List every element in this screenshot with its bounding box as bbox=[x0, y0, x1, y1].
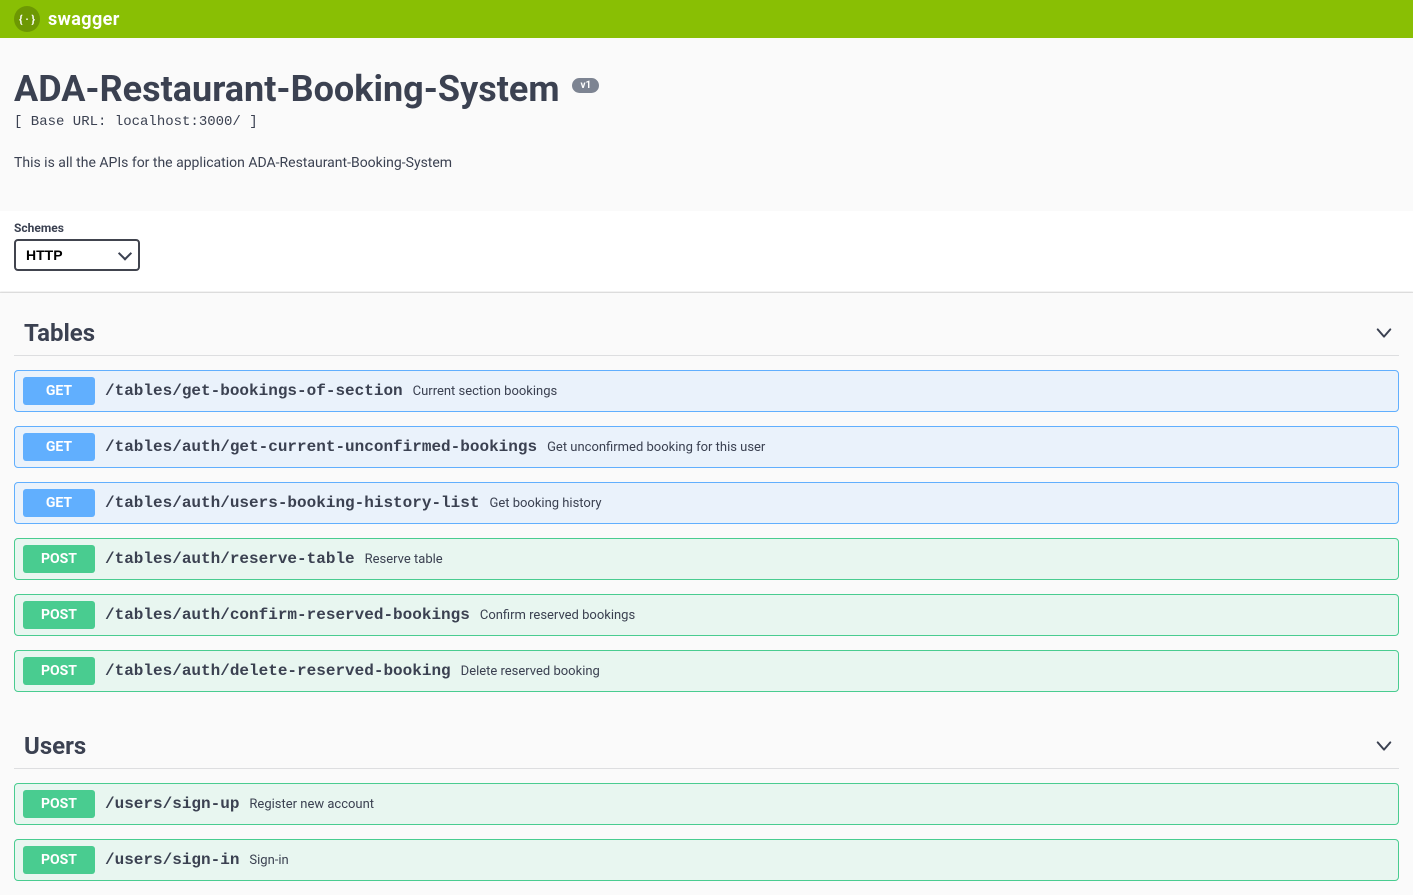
operation-post[interactable]: POST/tables/auth/delete-reserved-booking… bbox=[14, 650, 1399, 692]
operation-summary: Sign-in bbox=[249, 853, 288, 868]
version-badge: v1 bbox=[572, 78, 599, 93]
operation-list: GET/tables/get-bookings-of-section Curren… bbox=[14, 356, 1399, 692]
chevron-down-icon bbox=[1375, 737, 1393, 755]
schemes-section: Schemes HTTP bbox=[0, 211, 1413, 291]
tag-section-tables: Tables GET/tables/get-bookings-of-section… bbox=[0, 293, 1413, 692]
base-url: [ Base URL: localhost:3000/ ] bbox=[14, 114, 1399, 130]
operation-get[interactable]: GET/tables/auth/get-current-unconfirmed-… bbox=[14, 426, 1399, 468]
api-description: This is all the APIs for the application… bbox=[14, 155, 1399, 171]
operation-path: /users/sign-up bbox=[105, 795, 239, 813]
method-badge-post: POST bbox=[23, 846, 95, 874]
operation-summary: Delete reserved booking bbox=[461, 664, 600, 679]
schemes-label: Schemes bbox=[14, 221, 1399, 235]
operation-summary: Get unconfirmed booking for this user bbox=[547, 440, 765, 455]
operation-summary: Register new account bbox=[249, 797, 374, 812]
method-badge-get: GET bbox=[23, 377, 95, 405]
operation-summary: Confirm reserved bookings bbox=[480, 608, 635, 623]
operation-post[interactable]: POST/tables/auth/reserve-table Reserve ta… bbox=[14, 538, 1399, 580]
operation-path: /users/sign-in bbox=[105, 851, 239, 869]
operation-path: /tables/auth/confirm-reserved-bookings bbox=[105, 606, 470, 624]
tag-name: Users bbox=[24, 732, 86, 760]
method-badge-post: POST bbox=[23, 657, 95, 685]
operation-path: /tables/auth/get-current-unconfirmed-boo… bbox=[105, 438, 537, 456]
schemes-select-wrap: HTTP bbox=[14, 239, 140, 271]
operation-path: /tables/auth/reserve-table bbox=[105, 550, 355, 568]
tag-name: Tables bbox=[24, 319, 95, 347]
api-title-text: ADA-Restaurant-Booking-System bbox=[14, 68, 560, 110]
operation-summary: Reserve table bbox=[365, 552, 443, 567]
method-badge-post: POST bbox=[23, 790, 95, 818]
operation-post[interactable]: POST/users/sign-up Register new account bbox=[14, 783, 1399, 825]
method-badge-post: POST bbox=[23, 601, 95, 629]
operation-summary: Current section bookings bbox=[413, 384, 558, 399]
schemes-select[interactable]: HTTP bbox=[14, 239, 140, 271]
operation-path: /tables/auth/delete-reserved-booking bbox=[105, 662, 451, 680]
method-badge-get: GET bbox=[23, 433, 95, 461]
api-title: ADA-Restaurant-Booking-System v1 bbox=[14, 68, 599, 110]
operation-get[interactable]: GET/tables/get-bookings-of-section Curren… bbox=[14, 370, 1399, 412]
operation-list: POST/users/sign-upRegister new accountPO… bbox=[14, 769, 1399, 881]
topbar: { · } swagger bbox=[0, 0, 1413, 38]
operation-post[interactable]: POST/tables/auth/confirm-reserved-bookin… bbox=[14, 594, 1399, 636]
chevron-down-icon bbox=[1375, 324, 1393, 342]
operation-path: /tables/get-bookings-of-section bbox=[105, 382, 403, 400]
tag-header-tables[interactable]: Tables bbox=[14, 303, 1399, 356]
method-badge-get: GET bbox=[23, 489, 95, 517]
operation-get[interactable]: GET/tables/auth/users-booking-history-li… bbox=[14, 482, 1399, 524]
info-section: ADA-Restaurant-Booking-System v1 [ Base … bbox=[0, 38, 1413, 211]
swagger-logo-icon: { · } bbox=[14, 6, 40, 32]
operation-summary: Get booking history bbox=[489, 496, 601, 511]
tag-section-users: Users POST/users/sign-up Register new acco… bbox=[0, 706, 1413, 881]
swagger-logo[interactable]: { · } swagger bbox=[14, 6, 120, 32]
operation-path: /tables/auth/users-booking-history-list bbox=[105, 494, 479, 512]
operation-post[interactable]: POST/users/sign-in Sign-in bbox=[14, 839, 1399, 881]
method-badge-post: POST bbox=[23, 545, 95, 573]
tag-header-users[interactable]: Users bbox=[14, 716, 1399, 769]
swagger-logo-text: swagger bbox=[48, 9, 120, 30]
